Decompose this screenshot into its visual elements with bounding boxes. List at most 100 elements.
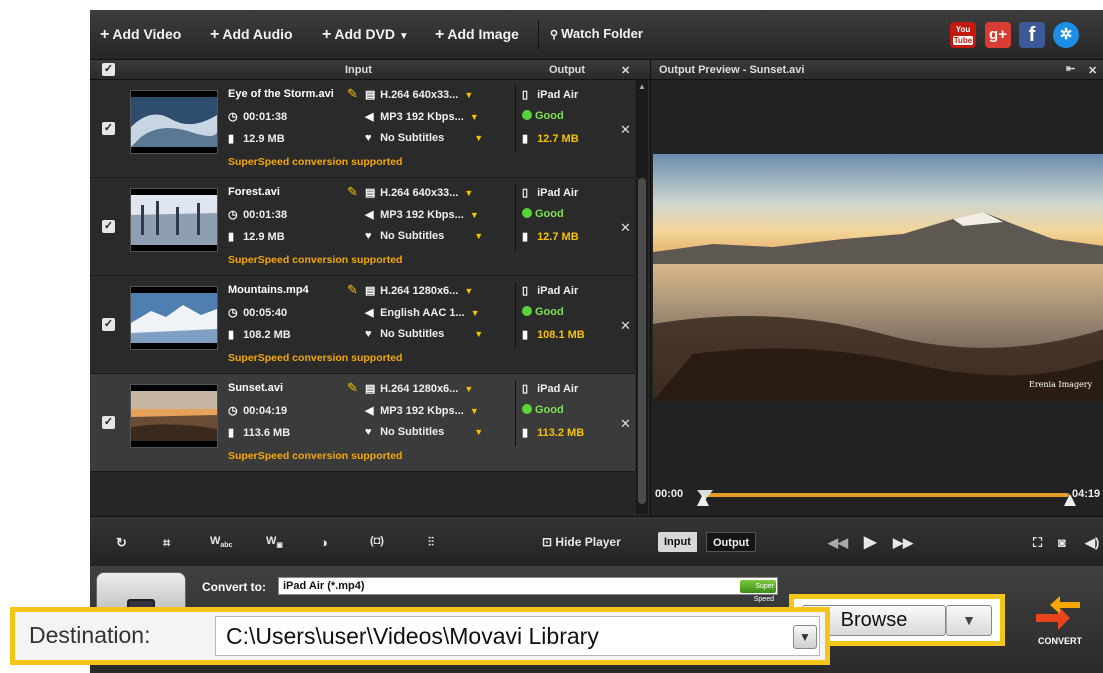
equalizer-icon[interactable]: ⫶⫶: [428, 535, 434, 550]
superspeed-note: SuperSpeed conversion supported: [228, 156, 403, 168]
speaker-icon: ◀: [365, 209, 374, 221]
select-all-checkbox[interactable]: ✓: [102, 63, 115, 76]
chevron-down-icon: ▼: [962, 612, 976, 628]
trim-range-bar[interactable]: [701, 493, 1069, 497]
hide-player-button[interactable]: ⊡ Hide Player: [542, 535, 621, 549]
rewind-icon[interactable]: ◀◀: [828, 535, 848, 551]
add-audio-button[interactable]: + Add Audio: [210, 26, 293, 44]
playhead-marker[interactable]: [697, 494, 709, 506]
input-view-tab[interactable]: Input: [658, 532, 697, 552]
detach-icon[interactable]: ⇤: [1066, 62, 1075, 75]
file-name: Forest.avi: [228, 186, 280, 198]
fast-forward-icon[interactable]: ▶▶: [893, 535, 913, 551]
destination-path-field[interactable]: C:\Users\user\Videos\Movavi Library ▼: [215, 616, 820, 656]
rotate-icon[interactable]: ↻: [116, 535, 127, 551]
volume-icon[interactable]: ◀): [1085, 535, 1099, 551]
clock-icon: ◷: [228, 111, 238, 123]
dropdown-arrow-icon: ▼: [464, 384, 474, 394]
file-name: Eye of the Storm.avi: [228, 88, 334, 100]
watch-folder-button[interactable]: ⚲ Watch Folder: [550, 26, 643, 41]
audio-track-selector[interactable]: ◀ MP3 192 Kbps... ▼: [365, 208, 479, 221]
file-checkbox[interactable]: ✓: [102, 220, 115, 233]
tablet-icon: ▯: [522, 89, 529, 101]
snapshot-icon[interactable]: ◙: [1058, 535, 1066, 550]
video-codec-selector[interactable]: ▤ H.264 1280x6... ▼: [365, 382, 473, 395]
output-preview-panel: Output Preview - Sunset.avi ⇤ ✕ Erenia I…: [650, 60, 1103, 516]
edit-pencil-icon[interactable]: ✎: [347, 86, 358, 102]
audio-track-selector[interactable]: ◀ English AAC 1... ▼: [365, 306, 480, 319]
youtube-icon[interactable]: You Tube: [950, 22, 976, 48]
output-device: ▯ iPad Air: [522, 285, 579, 297]
file-checkbox[interactable]: ✓: [102, 416, 115, 429]
remove-file-icon[interactable]: ✕: [620, 122, 631, 138]
close-preview-icon[interactable]: ✕: [1088, 64, 1097, 77]
remove-file-icon[interactable]: ✕: [620, 318, 631, 334]
destination-label: Destination:: [29, 622, 151, 648]
speaker-icon: ◀: [365, 307, 374, 319]
output-view-tab[interactable]: Output: [706, 532, 757, 552]
brightness-icon[interactable]: ◑: [320, 535, 328, 550]
file-icon: ▮: [522, 329, 529, 341]
edit-pencil-icon[interactable]: ✎: [347, 184, 358, 200]
file-checkbox[interactable]: ✓: [102, 318, 115, 331]
play-icon[interactable]: ▶: [864, 532, 876, 552]
dropdown-arrow-icon: ▼: [464, 286, 474, 296]
facebook-icon[interactable]: f: [1019, 22, 1045, 48]
scrollbar-thumb[interactable]: [638, 178, 646, 504]
remove-file-icon[interactable]: ✕: [620, 220, 631, 236]
speaker-icon: ◀: [365, 111, 374, 123]
video-codec-selector[interactable]: ▤ H.264 640x33... ▼: [365, 88, 473, 101]
output-quality: Good: [522, 110, 564, 122]
file-row[interactable]: ✓ Mountains.mp4 ✎ ◷ 00:05:40 ▮ 108.2 MB ▤ H.2…: [90, 276, 635, 374]
stabilize-icon[interactable]: (◘): [370, 535, 384, 547]
speech-bubble-icon: ♥: [365, 426, 372, 438]
film-icon: ▤: [365, 89, 376, 101]
share-icon: ✲: [1059, 26, 1073, 43]
fullscreen-icon[interactable]: ⛶: [1033, 535, 1042, 551]
hide-player-icon: ⊡: [542, 535, 553, 549]
image-watermark-icon[interactable]: W▣: [266, 535, 283, 549]
google-plus-icon[interactable]: g+: [985, 22, 1011, 48]
edit-pencil-icon[interactable]: ✎: [347, 282, 358, 298]
convert-to-format-field[interactable]: iPad Air (*.mp4): [278, 577, 778, 595]
plus-icon: +: [210, 26, 220, 43]
file-duration: ◷ 00:01:38: [228, 209, 288, 221]
video-codec-selector[interactable]: ▤ H.264 640x33... ▼: [365, 186, 473, 199]
file-duration: ◷ 00:04:19: [228, 405, 288, 417]
subtitles-selector[interactable]: ♥ No Subtitles ▼: [365, 230, 483, 242]
add-video-button[interactable]: + Add Video: [100, 26, 181, 44]
timeline-start-time: 00:00: [655, 488, 684, 500]
remove-file-icon[interactable]: ✕: [620, 416, 631, 432]
subtitles-selector[interactable]: ♥ No Subtitles ▼: [365, 426, 483, 438]
tablet-icon: ▯: [522, 383, 529, 395]
subtitles-selector[interactable]: ♥ No Subtitles ▼: [365, 132, 483, 144]
file-checkbox[interactable]: ✓: [102, 122, 115, 135]
superspeed-note: SuperSpeed conversion supported: [228, 352, 403, 364]
file-row[interactable]: ✓ Forest.avi ✎ ◷ 00:01:38 ▮ 12.9 MB ▤ H.264 6…: [90, 178, 635, 276]
browse-dropdown-button[interactable]: ▼: [946, 605, 992, 636]
destination-dropdown-button[interactable]: ▼: [793, 625, 817, 649]
text-watermark-icon[interactable]: Wabc: [210, 535, 232, 549]
output-device: ▯ iPad Air: [522, 89, 579, 101]
clear-list-button[interactable]: ✕: [621, 64, 630, 77]
input-column-header: Input: [345, 64, 372, 76]
sunset-landscape-image: [653, 154, 1103, 401]
convert-button-label[interactable]: CONVERT: [1030, 636, 1090, 646]
dropdown-arrow-icon: ▼: [469, 112, 479, 122]
video-codec-selector[interactable]: ▤ H.264 1280x6... ▼: [365, 284, 473, 297]
preview-timeline: 00:00 04:19: [651, 480, 1103, 516]
add-image-button[interactable]: + Add Image: [435, 26, 519, 44]
file-row[interactable]: ✓ Eye of the Storm.avi ✎ ◷ 00:01:38 ▮ 12.9 M…: [90, 80, 635, 178]
subtitles-selector[interactable]: ♥ No Subtitles ▼: [365, 328, 483, 340]
audio-track-selector[interactable]: ◀ MP3 192 Kbps... ▼: [365, 404, 479, 417]
file-icon: ▮: [228, 427, 235, 439]
scroll-up-arrow-icon[interactable]: ▲: [638, 82, 646, 91]
add-dvd-button[interactable]: + Add DVD ▼: [322, 26, 409, 44]
movavi-share-icon[interactable]: ✲: [1053, 22, 1079, 48]
file-row[interactable]: ✓ Sunset.avi ✎ ◷ 00:04:19 ▮ 113.6 MB ▤ H.264 …: [90, 374, 635, 472]
edit-pencil-icon[interactable]: ✎: [347, 380, 358, 396]
output-column-header: Output: [549, 64, 586, 76]
audio-track-selector[interactable]: ◀ MP3 192 Kbps... ▼: [365, 110, 479, 123]
list-scrollbar[interactable]: ▲: [636, 80, 648, 514]
crop-icon[interactable]: ⌗: [163, 535, 170, 551]
